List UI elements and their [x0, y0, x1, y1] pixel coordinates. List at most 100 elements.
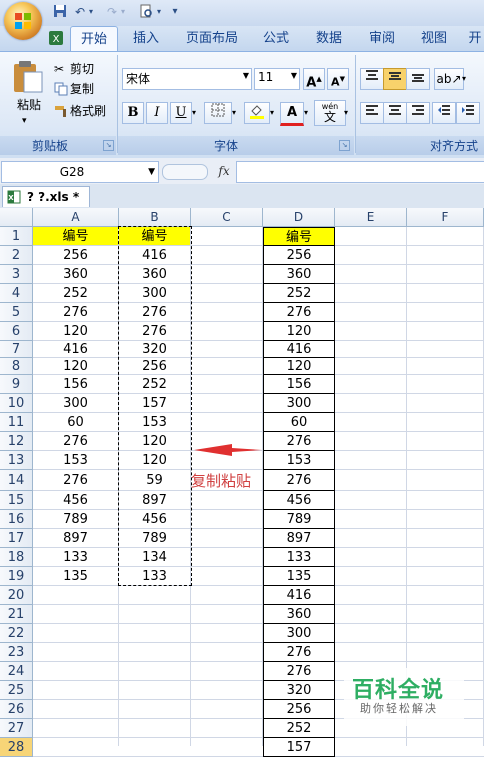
underline-dropdown-icon[interactable]: ▾ [192, 104, 196, 122]
cell-a4[interactable]: 252 [33, 284, 119, 303]
tab-review[interactable]: 审阅 [360, 26, 404, 52]
row-header-22[interactable]: 22 [0, 624, 33, 643]
cell-d8[interactable]: 120 [263, 358, 335, 375]
row-header-24[interactable]: 24 [0, 662, 33, 681]
align-right-button[interactable] [406, 102, 430, 124]
cell-d19[interactable]: 135 [263, 567, 335, 586]
tab-home[interactable]: 开始 [70, 26, 118, 52]
cell-a15[interactable]: 456 [33, 491, 119, 510]
row-header-12[interactable]: 12 [0, 432, 33, 451]
save-icon[interactable] [52, 4, 68, 20]
cell-d13[interactable]: 153 [263, 451, 335, 470]
orientation-button[interactable]: ab↗ [434, 68, 464, 90]
cell-d21[interactable]: 360 [263, 605, 335, 624]
cell-d2[interactable]: 256 [263, 246, 335, 265]
cell-a1[interactable]: 编号 [33, 227, 119, 246]
cell-d3[interactable]: 360 [263, 265, 335, 284]
preview-dropdown-icon[interactable]: ▾ [154, 4, 164, 20]
cell-a13[interactable]: 153 [33, 451, 119, 470]
customize-toolbar-icon[interactable]: ▾ [170, 4, 180, 20]
font-size-dropdown-icon[interactable]: ▼ [291, 71, 297, 80]
cell-d6[interactable]: 120 [263, 322, 335, 341]
row-header-23[interactable]: 23 [0, 643, 33, 662]
row-header-18[interactable]: 18 [0, 548, 33, 567]
font-name-dropdown-icon[interactable]: ▼ [243, 71, 249, 80]
formula-input[interactable] [236, 161, 484, 183]
underline-button[interactable]: U [170, 102, 192, 124]
cell-d4[interactable]: 252 [263, 284, 335, 303]
cell-a9[interactable]: 156 [33, 375, 119, 394]
row-header-3[interactable]: 3 [0, 265, 33, 284]
shrink-font-button[interactable]: A▼ [327, 68, 349, 90]
row-header-13[interactable]: 13 [0, 451, 33, 470]
row-header-16[interactable]: 16 [0, 510, 33, 529]
phonetic-button[interactable]: wén 文 [314, 100, 346, 126]
cell-a11[interactable]: 60 [33, 413, 119, 432]
row-header-25[interactable]: 25 [0, 681, 33, 700]
column-header-f[interactable]: F [407, 208, 484, 227]
office-button[interactable] [4, 2, 42, 40]
insert-function-icon[interactable]: fx [214, 162, 234, 180]
align-bottom-button[interactable] [406, 68, 430, 90]
row-header-5[interactable]: 5 [0, 303, 33, 322]
cell-d1[interactable]: 编号 [263, 227, 335, 246]
tab-view[interactable]: 视图 [412, 26, 456, 52]
cell-a18[interactable]: 133 [33, 548, 119, 567]
column-header-e[interactable]: E [335, 208, 407, 227]
cell-a2[interactable]: 256 [33, 246, 119, 265]
copy-button[interactable]: 复制 [70, 80, 94, 98]
cell-d17[interactable]: 897 [263, 529, 335, 548]
font-name-box[interactable]: 宋体 ▼ [122, 68, 252, 90]
undo-dropdown-icon[interactable]: ▾ [86, 4, 96, 20]
row-header-9[interactable]: 9 [0, 375, 33, 394]
clipboard-launcher-icon[interactable]: ↘ [103, 140, 114, 151]
row-header-1[interactable]: 1 [0, 227, 33, 246]
tab-formulas[interactable]: 公式 [254, 26, 298, 52]
cell-a3[interactable]: 360 [33, 265, 119, 284]
tab-data[interactable]: 数据 [307, 26, 351, 52]
row-header-21[interactable]: 21 [0, 605, 33, 624]
phonetic-dropdown-icon[interactable]: ▾ [344, 104, 348, 122]
font-size-box[interactable]: 11 ▼ [254, 68, 300, 90]
column-header-b[interactable]: B [119, 208, 191, 227]
cell-d9[interactable]: 156 [263, 375, 335, 394]
paste-button[interactable]: 粘贴 [12, 96, 46, 114]
fill-color-dropdown-icon[interactable]: ▾ [270, 104, 274, 122]
font-color-dropdown-icon[interactable]: ▾ [304, 104, 308, 122]
align-top-button[interactable] [360, 68, 384, 90]
cell-d16[interactable]: 789 [263, 510, 335, 529]
cell-d15[interactable]: 456 [263, 491, 335, 510]
cell-d18[interactable]: 133 [263, 548, 335, 567]
column-header-a[interactable]: A [33, 208, 119, 227]
row-header-10[interactable]: 10 [0, 394, 33, 413]
grow-font-button[interactable]: A▲ [303, 68, 325, 90]
row-header-7[interactable]: 7 [0, 341, 33, 358]
cell-d22[interactable]: 300 [263, 624, 335, 643]
format-painter-button[interactable]: 格式刷 [70, 102, 106, 120]
row-header-11[interactable]: 11 [0, 413, 33, 432]
cell-d5[interactable]: 276 [263, 303, 335, 322]
increase-indent-button[interactable] [456, 102, 480, 124]
row-header-17[interactable]: 17 [0, 529, 33, 548]
cell-a5[interactable]: 276 [33, 303, 119, 322]
cell-d11[interactable]: 60 [263, 413, 335, 432]
cell-a8[interactable]: 120 [33, 358, 119, 375]
row-header-2[interactable]: 2 [0, 246, 33, 265]
fill-color-button[interactable] [244, 102, 270, 124]
cell-d26[interactable]: 256 [263, 700, 335, 719]
tab-page-layout[interactable]: 页面布局 [180, 26, 244, 52]
row-header-4[interactable]: 4 [0, 284, 33, 303]
row-header-19[interactable]: 19 [0, 567, 33, 586]
cell-d7[interactable]: 416 [263, 341, 335, 358]
tab-insert[interactable]: 插入 [124, 26, 168, 52]
formula-bar-splitter[interactable] [162, 164, 208, 180]
cell-d24[interactable]: 276 [263, 662, 335, 681]
row-header-28[interactable]: 28 [0, 738, 33, 757]
font-launcher-icon[interactable]: ↘ [339, 140, 350, 151]
redo-dropdown-icon[interactable]: ▾ [118, 4, 128, 20]
row-header-14[interactable]: 14 [0, 470, 33, 491]
column-header-c[interactable]: C [191, 208, 263, 227]
font-color-button[interactable]: A [280, 102, 304, 126]
borders-dropdown-icon[interactable]: ▾ [232, 104, 236, 122]
cell-d23[interactable]: 276 [263, 643, 335, 662]
